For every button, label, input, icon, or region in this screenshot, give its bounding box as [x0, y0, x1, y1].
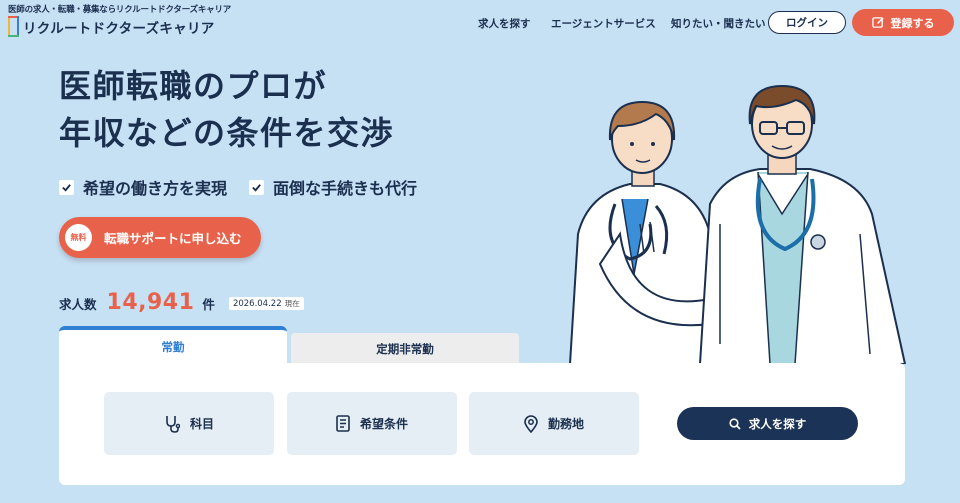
doctors-illustration: [568, 84, 907, 364]
tab-full-time[interactable]: 常勤: [59, 326, 287, 364]
specialty-label: 科目: [189, 417, 214, 431]
checkmark-icon: [249, 179, 265, 195]
job-count-number: 14,941: [106, 290, 195, 315]
job-count-label: 求人数: [59, 297, 97, 312]
feature-list: 希望の働き方を実現 面倒な手続きも代行: [59, 175, 417, 199]
search-icon: [729, 417, 741, 430]
nav-agent-service[interactable]: エージェントサービス: [551, 16, 656, 31]
nav-search-jobs[interactable]: 求人を探す: [478, 16, 531, 31]
logo-text: リクルートドクターズキャリア: [23, 20, 215, 37]
site-logo[interactable]: リクルートドクターズキャリア: [8, 16, 215, 37]
tab-part-time[interactable]: 定期非常勤: [291, 333, 519, 364]
job-count-date: 2026.04.22 現在: [228, 297, 304, 310]
feature-item: 面倒な手続きも代行: [249, 175, 417, 199]
logo-mark-icon: [8, 16, 19, 37]
feature-label: 面倒な手続きも代行: [273, 179, 418, 198]
free-badge: 無料: [65, 224, 92, 251]
feature-item: 希望の働き方を実現: [59, 175, 227, 199]
search-jobs-label: 求人を探す: [748, 416, 807, 431]
stethoscope-icon: [166, 415, 180, 433]
date-value: 2026.04.22: [232, 299, 282, 309]
female-doctor-icon: [568, 100, 717, 364]
login-button[interactable]: ログイン: [768, 11, 846, 34]
edit-icon: [871, 17, 884, 28]
register-label: 登録する: [890, 16, 935, 30]
checkmark-icon: [59, 179, 74, 195]
site-tagline: 医師の求人・転職・募集ならリクルートドクターズキャリア: [8, 5, 232, 15]
job-count: 求人数 14,941 件 2026.04.22 現在: [59, 290, 304, 315]
job-count-unit: 件: [202, 297, 215, 312]
feature-label: 希望の働き方を実現: [83, 179, 228, 198]
apply-support-button[interactable]: 無料 転職サポートに申し込む: [59, 217, 261, 258]
hero-headline: 医師転職のプロが 年収などの条件を交渉: [59, 63, 499, 157]
conditions-label: 希望条件: [359, 417, 408, 431]
conditions-filter-button[interactable]: 希望条件: [287, 392, 457, 455]
document-icon: [336, 415, 350, 432]
nav-faq[interactable]: 知りたい・聞きたい: [671, 16, 766, 31]
location-label: 勤務地: [547, 417, 584, 431]
search-jobs-button[interactable]: 求人を探す: [677, 407, 858, 440]
male-doctor-icon: [698, 84, 907, 364]
location-filter-button[interactable]: 勤務地: [469, 392, 639, 455]
apply-support-label: 転職サポートに申し込む: [104, 231, 242, 246]
date-suffix: 現在: [284, 299, 300, 308]
map-pin-icon: [524, 414, 538, 433]
specialty-filter-button[interactable]: 科目: [104, 392, 274, 455]
headline-line-1: 医師転職のプロが: [59, 67, 328, 105]
headline-line-2: 年収などの条件を交渉: [59, 114, 395, 152]
register-button[interactable]: 登録する: [852, 9, 954, 36]
